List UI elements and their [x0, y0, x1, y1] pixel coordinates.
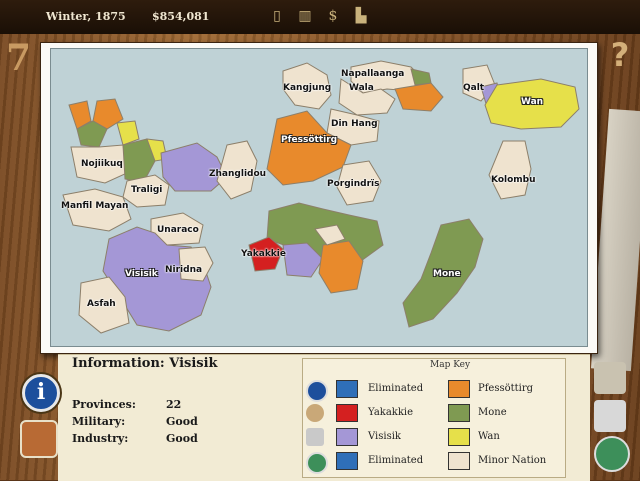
- legend-label: Yakakkie: [368, 407, 414, 418]
- seven-logo-icon: 7: [6, 37, 32, 79]
- map-label[interactable]: Pfessöttirg: [281, 135, 337, 145]
- scroll-button[interactable]: [594, 362, 626, 394]
- map-label[interactable]: Wala: [349, 83, 374, 93]
- map-label[interactable]: Porgindrïs: [327, 179, 379, 189]
- legend-label: Wan: [478, 431, 500, 442]
- province-niridna: [178, 246, 214, 282]
- legend-swatch-visisik: [336, 428, 358, 446]
- map-label[interactable]: Qalt: [463, 83, 484, 93]
- map-label[interactable]: Mone: [433, 269, 461, 279]
- legend-label: Minor Nation: [478, 455, 547, 466]
- legend-swatch-yakakkie: [336, 404, 358, 422]
- province-kolombu: [488, 140, 532, 200]
- globe-button[interactable]: [594, 436, 630, 472]
- map-key-title: Map Key: [430, 360, 471, 370]
- map-label[interactable]: Zhanglidou: [209, 169, 266, 179]
- military-label: Military:: [72, 415, 126, 428]
- map-label[interactable]: Yakakkie: [241, 249, 286, 259]
- military-value: Good: [166, 415, 198, 428]
- date-display: Winter, 1875: [46, 10, 126, 23]
- industry-value: Good: [166, 432, 198, 445]
- bank-icon[interactable]: ▥: [298, 8, 312, 24]
- scroll-mode-icon[interactable]: [306, 404, 324, 422]
- info-mode-icon[interactable]: [306, 380, 328, 402]
- map-label[interactable]: Visisik: [125, 269, 158, 279]
- help-icon[interactable]: ?: [604, 38, 636, 72]
- map-label[interactable]: Din Hang: [331, 119, 378, 129]
- map-label[interactable]: Traligi: [131, 185, 162, 195]
- map-label[interactable]: Niridna: [165, 265, 202, 275]
- legend-label: Mone: [478, 407, 507, 418]
- legend-swatch-pfessottirg: [448, 380, 470, 398]
- legend-swatch-eliminated: [336, 380, 358, 398]
- legend-label: Pfessöttirg: [478, 383, 534, 394]
- map-label[interactable]: Wan: [521, 97, 543, 107]
- briefcase-button[interactable]: [20, 420, 58, 458]
- industry-label: Industry:: [72, 432, 129, 445]
- legend-label: Eliminated: [368, 455, 424, 466]
- province-central-visisik: [160, 142, 228, 192]
- diplomacy-mode-icon[interactable]: [306, 452, 328, 474]
- ledger-icon[interactable]: ▯: [270, 8, 284, 24]
- provinces-label: Provinces:: [72, 398, 136, 411]
- information-prefix: Information:: [72, 356, 165, 371]
- province-mone-north: [410, 68, 432, 86]
- map-svg: [62, 60, 580, 334]
- legend-swatch-minor-nation: [448, 452, 470, 470]
- map-label[interactable]: Unaraco: [157, 225, 199, 235]
- parliament-icon[interactable]: ▙: [354, 8, 368, 24]
- provinces-value: 22: [166, 398, 182, 411]
- map-label[interactable]: Kolombu: [491, 175, 536, 185]
- info-button[interactable]: i: [22, 374, 60, 412]
- legend-swatch-eliminated-2: [336, 452, 358, 470]
- document-mode-icon[interactable]: [306, 428, 324, 446]
- report-button[interactable]: [594, 400, 626, 432]
- map-label[interactable]: Kangjung: [283, 83, 331, 93]
- map-label[interactable]: Napallaanga: [341, 69, 404, 79]
- legend-swatch-wan: [448, 428, 470, 446]
- map-label[interactable]: Nojiikuq: [81, 159, 123, 169]
- legend-label: Visisik: [368, 431, 401, 442]
- legend-label: Eliminated: [368, 383, 424, 394]
- treasury-display: $854,081: [152, 10, 210, 23]
- map-label[interactable]: Asfah: [87, 299, 116, 309]
- world-map[interactable]: Napallaanga Kangjung Wala Qalt Wan Din H…: [50, 48, 588, 347]
- map-label[interactable]: Manfil Mayan: [61, 201, 128, 211]
- information-title: Information: Visisik: [72, 356, 218, 371]
- dollar-icon[interactable]: $: [326, 8, 340, 24]
- top-bar: Winter, 1875 $854,081 ▯ ▥ $ ▙: [0, 0, 640, 36]
- selected-nation-name: Visisik: [169, 356, 218, 371]
- legend-swatch-mone: [448, 404, 470, 422]
